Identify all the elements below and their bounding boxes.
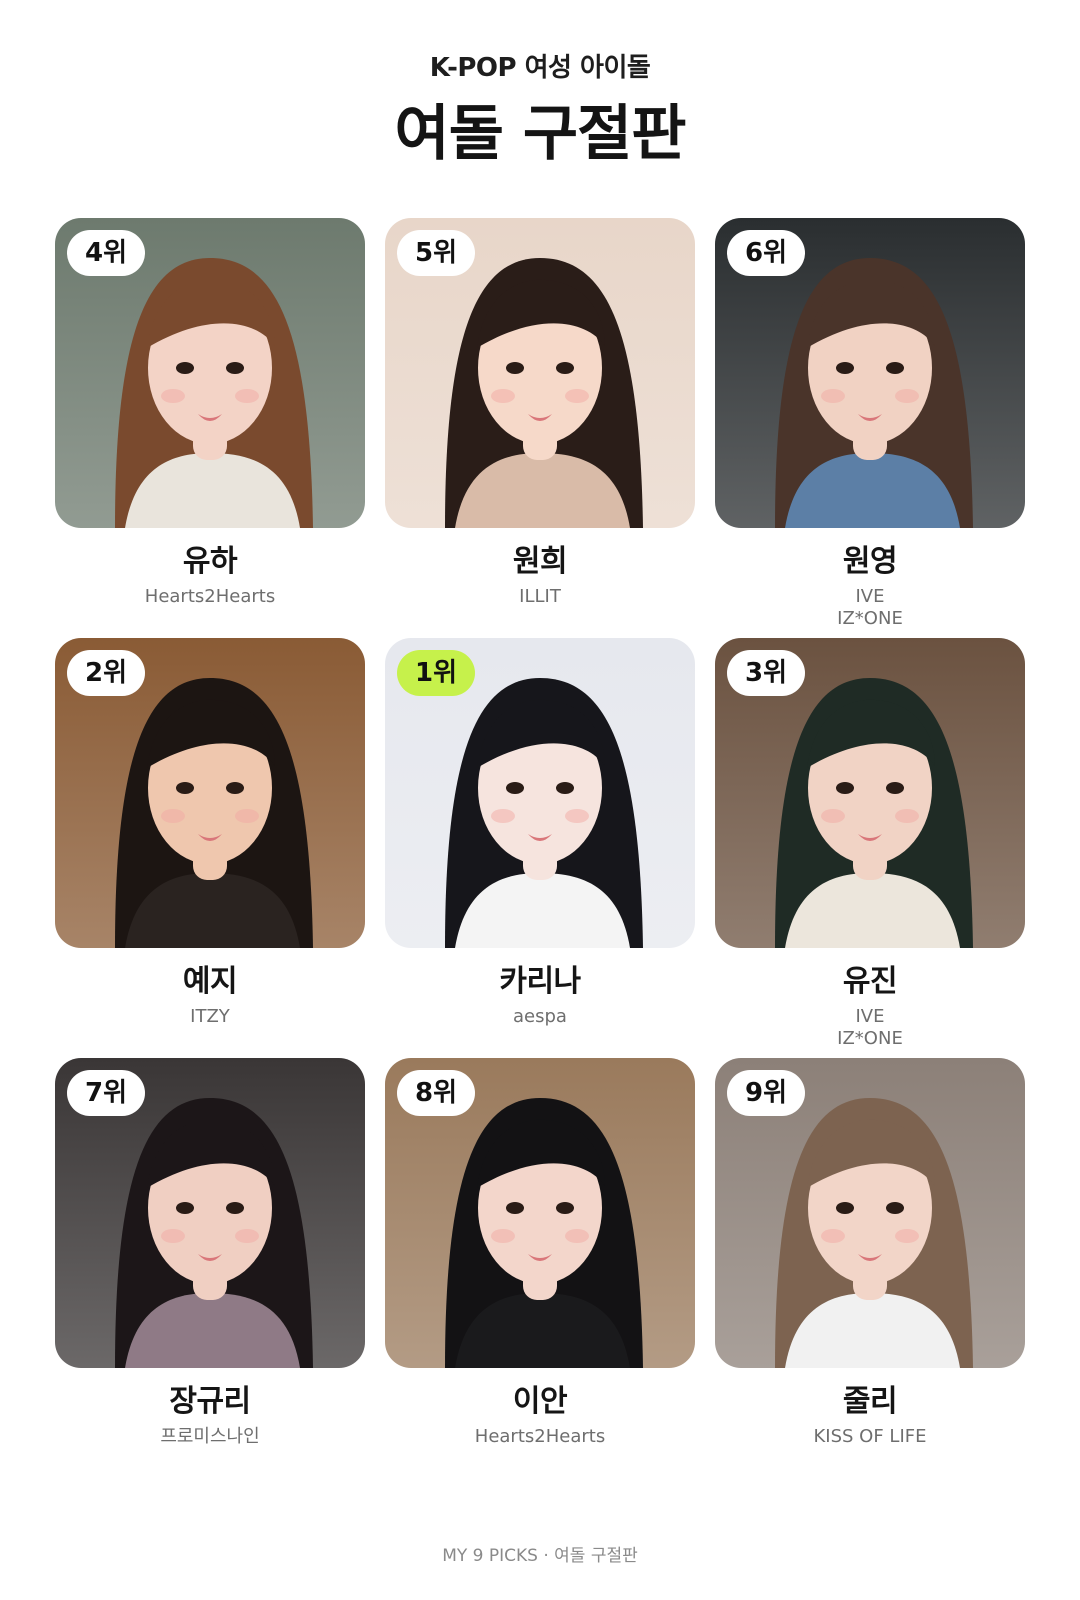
idol-photo: 8위 xyxy=(385,1058,695,1368)
idol-name: 예지 xyxy=(182,964,238,999)
idol-photo: 4위 xyxy=(55,218,365,528)
header: K-POP 여성 아이돌 여돌 구절판 xyxy=(0,48,1080,172)
idol-name: 장규리 xyxy=(169,1384,251,1419)
idol-name: 유하 xyxy=(182,544,238,579)
page-subtitle: K-POP 여성 아이돌 xyxy=(429,53,651,83)
idol-group: Hearts2Hearts xyxy=(474,1426,606,1447)
idol-group: IZ*ONE xyxy=(837,1028,903,1049)
idol-group: ITZY xyxy=(190,1006,230,1027)
idol-card[interactable]: 1위카리나 aespa xyxy=(385,638,695,1058)
footer-caption: MY 9 PICKS · 여돌 구절판 xyxy=(442,1546,638,1566)
idol-group: Hearts2Hearts xyxy=(144,586,276,607)
rank-badge: 8위 xyxy=(397,1070,475,1116)
idol-photo: 7위 xyxy=(55,1058,365,1368)
idol-card[interactable]: 2위예지 ITZY xyxy=(55,638,365,1058)
idol-name: 유진 xyxy=(842,964,898,999)
idol-card[interactable]: 6위원영 IVE IZ*ONE xyxy=(715,218,1025,638)
idol-name: 카리나 xyxy=(499,964,581,999)
idol-group: IVE xyxy=(855,586,885,607)
rank-badge: 7위 xyxy=(67,1070,145,1116)
page-title: 여돌 구절판 xyxy=(394,99,687,169)
idol-name: 이안 xyxy=(512,1384,568,1419)
idol-name: 원영 xyxy=(842,544,898,579)
idol-card[interactable]: 5위원희 ILLIT xyxy=(385,218,695,638)
rank-badge: 4위 xyxy=(67,230,145,276)
idol-photo: 2위 xyxy=(55,638,365,948)
rank-badge: 6위 xyxy=(727,230,805,276)
idol-group: ILLIT xyxy=(519,586,561,607)
idol-photo: 9위 xyxy=(715,1058,1025,1368)
idol-group: 프로미스나인 xyxy=(160,1426,260,1447)
idol-name: 줄리 xyxy=(842,1384,898,1419)
rank-badge: 5위 xyxy=(397,230,475,276)
rank-badge: 9위 xyxy=(727,1070,805,1116)
rank-badge: 1위 xyxy=(397,650,475,696)
idol-card[interactable]: 8위이안 Hearts2Hearts xyxy=(385,1058,695,1478)
idol-group: IVE xyxy=(855,1006,885,1027)
idol-card[interactable]: 4위유하 Hearts2Hearts xyxy=(55,218,365,638)
idol-photo: 1위 xyxy=(385,638,695,948)
rank-badge: 2위 xyxy=(67,650,145,696)
idol-photo: 3위 xyxy=(715,638,1025,948)
idol-photo: 6위 xyxy=(715,218,1025,528)
idol-card[interactable]: 7위장규리프로미스나인 xyxy=(55,1058,365,1478)
rank-badge: 3위 xyxy=(727,650,805,696)
idol-name: 원희 xyxy=(512,544,568,579)
page: K-POP 여성 아이돌 여돌 구절판 4위유하 Hearts2Hearts xyxy=(0,0,1080,1600)
idol-grid: 4위 유하 Hearts2Hearts 5위 원희 ILLIT 6위 원영 IV… xyxy=(55,218,1025,1478)
idol-photo: 5위 xyxy=(385,218,695,528)
idol-card[interactable]: 9위줄리 KISS OF LIFE xyxy=(715,1058,1025,1478)
idol-group: IZ*ONE xyxy=(837,608,903,629)
idol-group: KISS OF LIFE xyxy=(813,1426,927,1447)
idol-card[interactable]: 3위유진 IVE IZ*ONE xyxy=(715,638,1025,1058)
idol-group: aespa xyxy=(513,1006,567,1027)
